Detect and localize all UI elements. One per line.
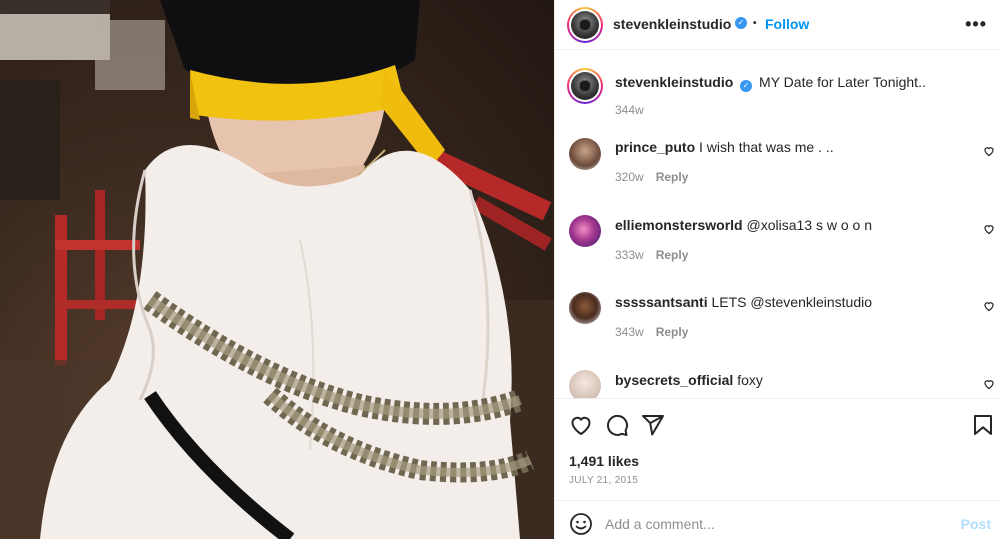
comment-username[interactable]: bysecrets_official — [615, 372, 733, 388]
reply-button[interactable]: Reply — [656, 325, 689, 339]
comment-username[interactable]: elliemonstersworld — [615, 217, 743, 233]
post-date: JULY 21, 2015 — [569, 475, 639, 486]
like-count[interactable]: 1,491 likes — [569, 453, 639, 469]
post-comment-button[interactable]: Post — [961, 516, 991, 532]
comment-age: 320w — [615, 170, 644, 184]
reply-button[interactable]: Reply — [656, 170, 689, 184]
post-photo[interactable] — [0, 0, 554, 539]
caption-avatar[interactable] — [567, 68, 603, 104]
comment-icon[interactable] — [605, 413, 629, 437]
like-comment-heart-icon[interactable] — [983, 145, 995, 157]
comment-age: 333w — [615, 248, 644, 262]
post-header: stevenkleinstudio ✓ • Follow ••• — [555, 0, 1000, 50]
commenter-avatar[interactable] — [569, 370, 601, 398]
comment-username[interactable]: sssssantsanti — [615, 294, 708, 310]
comment-text: @xolisa13 s w o o n — [746, 217, 872, 233]
like-comment-heart-icon[interactable] — [983, 378, 995, 390]
header-separator: • — [753, 18, 757, 29]
post-photo-illustration — [0, 0, 554, 539]
comment-text: foxy — [737, 372, 763, 388]
caption-verified-icon: ✓ — [740, 80, 753, 92]
comment-row: bysecrets_official foxy — [615, 372, 763, 388]
comment-row: elliemonstersworld @xolisa13 s w o o n — [615, 217, 872, 233]
add-comment-bar: Post — [555, 500, 1000, 539]
comment-input[interactable] — [605, 514, 935, 534]
heart-icon[interactable] — [569, 413, 593, 437]
bookmark-icon[interactable] — [971, 413, 995, 437]
comment-age: 343w — [615, 325, 644, 339]
commenter-avatar[interactable] — [569, 292, 601, 324]
comment-text: I wish that was me . .. — [699, 139, 834, 155]
comment-row-clip: bysecrets_official foxy — [555, 362, 1000, 398]
caption-text: MY Date for Later Tonight.. — [759, 74, 926, 90]
post-actions: 1,491 likes JULY 21, 2015 — [555, 398, 1000, 500]
comment-row: prince_puto I wish that was me . .. — [615, 139, 834, 155]
comment-row: sssssantsanti LETS @stevenkleinstudio — [615, 294, 872, 310]
comment-meta: 320w Reply — [615, 170, 688, 184]
post-side-panel: stevenkleinstudio ✓ • Follow ••• stevenk… — [554, 0, 1000, 539]
comment-meta: 333w Reply — [615, 248, 688, 262]
comment-meta: 343w Reply — [615, 325, 688, 339]
author-avatar[interactable] — [567, 7, 603, 43]
caption-age: 344w — [615, 103, 644, 117]
caption: stevenkleinstudio ✓ MY Date for Later To… — [615, 74, 926, 92]
commenter-avatar[interactable] — [569, 138, 601, 170]
commenter-avatar[interactable] — [569, 215, 601, 247]
like-comment-heart-icon[interactable] — [983, 300, 995, 312]
caption-username[interactable]: stevenkleinstudio — [615, 74, 733, 90]
verified-badge-icon: ✓ — [735, 17, 747, 29]
emoji-icon[interactable] — [569, 512, 593, 536]
reply-button[interactable]: Reply — [656, 248, 689, 262]
more-options-icon[interactable]: ••• — [965, 14, 987, 35]
comment-username[interactable]: prince_puto — [615, 139, 695, 155]
comment-text: LETS @stevenkleinstudio — [711, 294, 873, 310]
like-comment-heart-icon[interactable] — [983, 223, 995, 235]
share-icon[interactable] — [641, 413, 665, 437]
follow-button[interactable]: Follow — [765, 16, 809, 32]
author-username[interactable]: stevenkleinstudio — [613, 16, 731, 32]
